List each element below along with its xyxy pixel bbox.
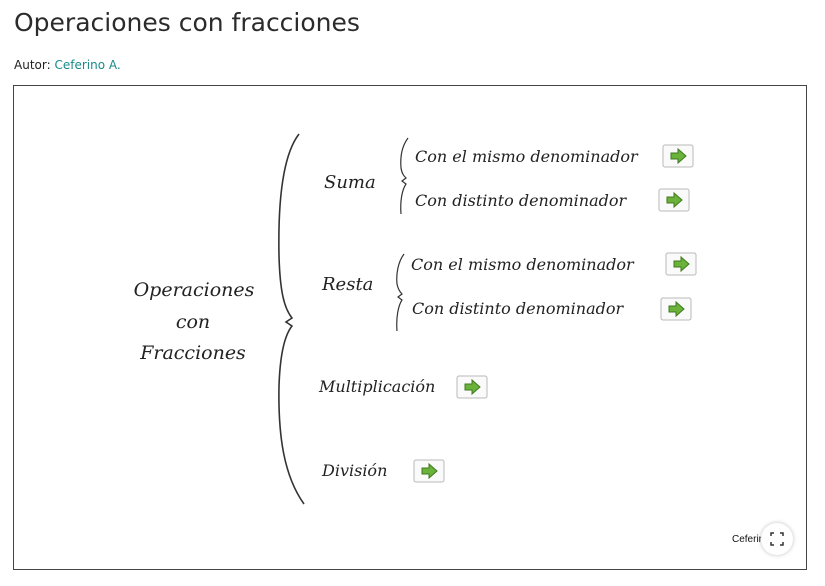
- root-label-line-3: Fracciones: [139, 342, 246, 364]
- author-line: Autor: Ceferino A.: [14, 58, 121, 72]
- suma-label: Suma: [324, 172, 376, 193]
- main-brace: [278, 133, 305, 505]
- author-label: Autor:: [14, 58, 51, 72]
- root-label-line-2: con: [176, 311, 210, 333]
- expand-icon: [770, 532, 784, 546]
- go-suma-distinto-button[interactable]: [658, 188, 690, 212]
- resta-item-1: Con el mismo denominador: [411, 255, 635, 274]
- go-suma-mismo-button[interactable]: [662, 144, 694, 168]
- diagram-frame: Operaciones con Fracciones Suma Con el m…: [13, 85, 807, 570]
- fullscreen-button[interactable]: [761, 523, 793, 555]
- page-title: Operaciones con fracciones: [14, 8, 360, 37]
- credit-label: Ceferino A.: [732, 534, 762, 545]
- resta-item-2: Con distinto denominador: [412, 299, 624, 318]
- division-label: División: [321, 461, 387, 480]
- go-multiplicacion-button[interactable]: [456, 375, 488, 399]
- suma-item-2: Con distinto denominador: [415, 191, 627, 210]
- go-division-button[interactable]: [413, 459, 445, 483]
- resta-brace: [396, 253, 405, 332]
- suma-item-1: Con el mismo denominador: [415, 147, 639, 166]
- root-label-line-1: Operaciones: [134, 279, 255, 301]
- suma-brace: [400, 137, 409, 215]
- resta-label: Resta: [321, 274, 373, 295]
- author-link[interactable]: Ceferino A.: [54, 58, 120, 72]
- go-resta-mismo-button[interactable]: [665, 252, 697, 276]
- operations-diagram: Operaciones con Fracciones Suma Con el m…: [134, 133, 697, 505]
- go-resta-distinto-button[interactable]: [660, 297, 692, 321]
- multiplicacion-label: Multiplicación: [318, 377, 435, 396]
